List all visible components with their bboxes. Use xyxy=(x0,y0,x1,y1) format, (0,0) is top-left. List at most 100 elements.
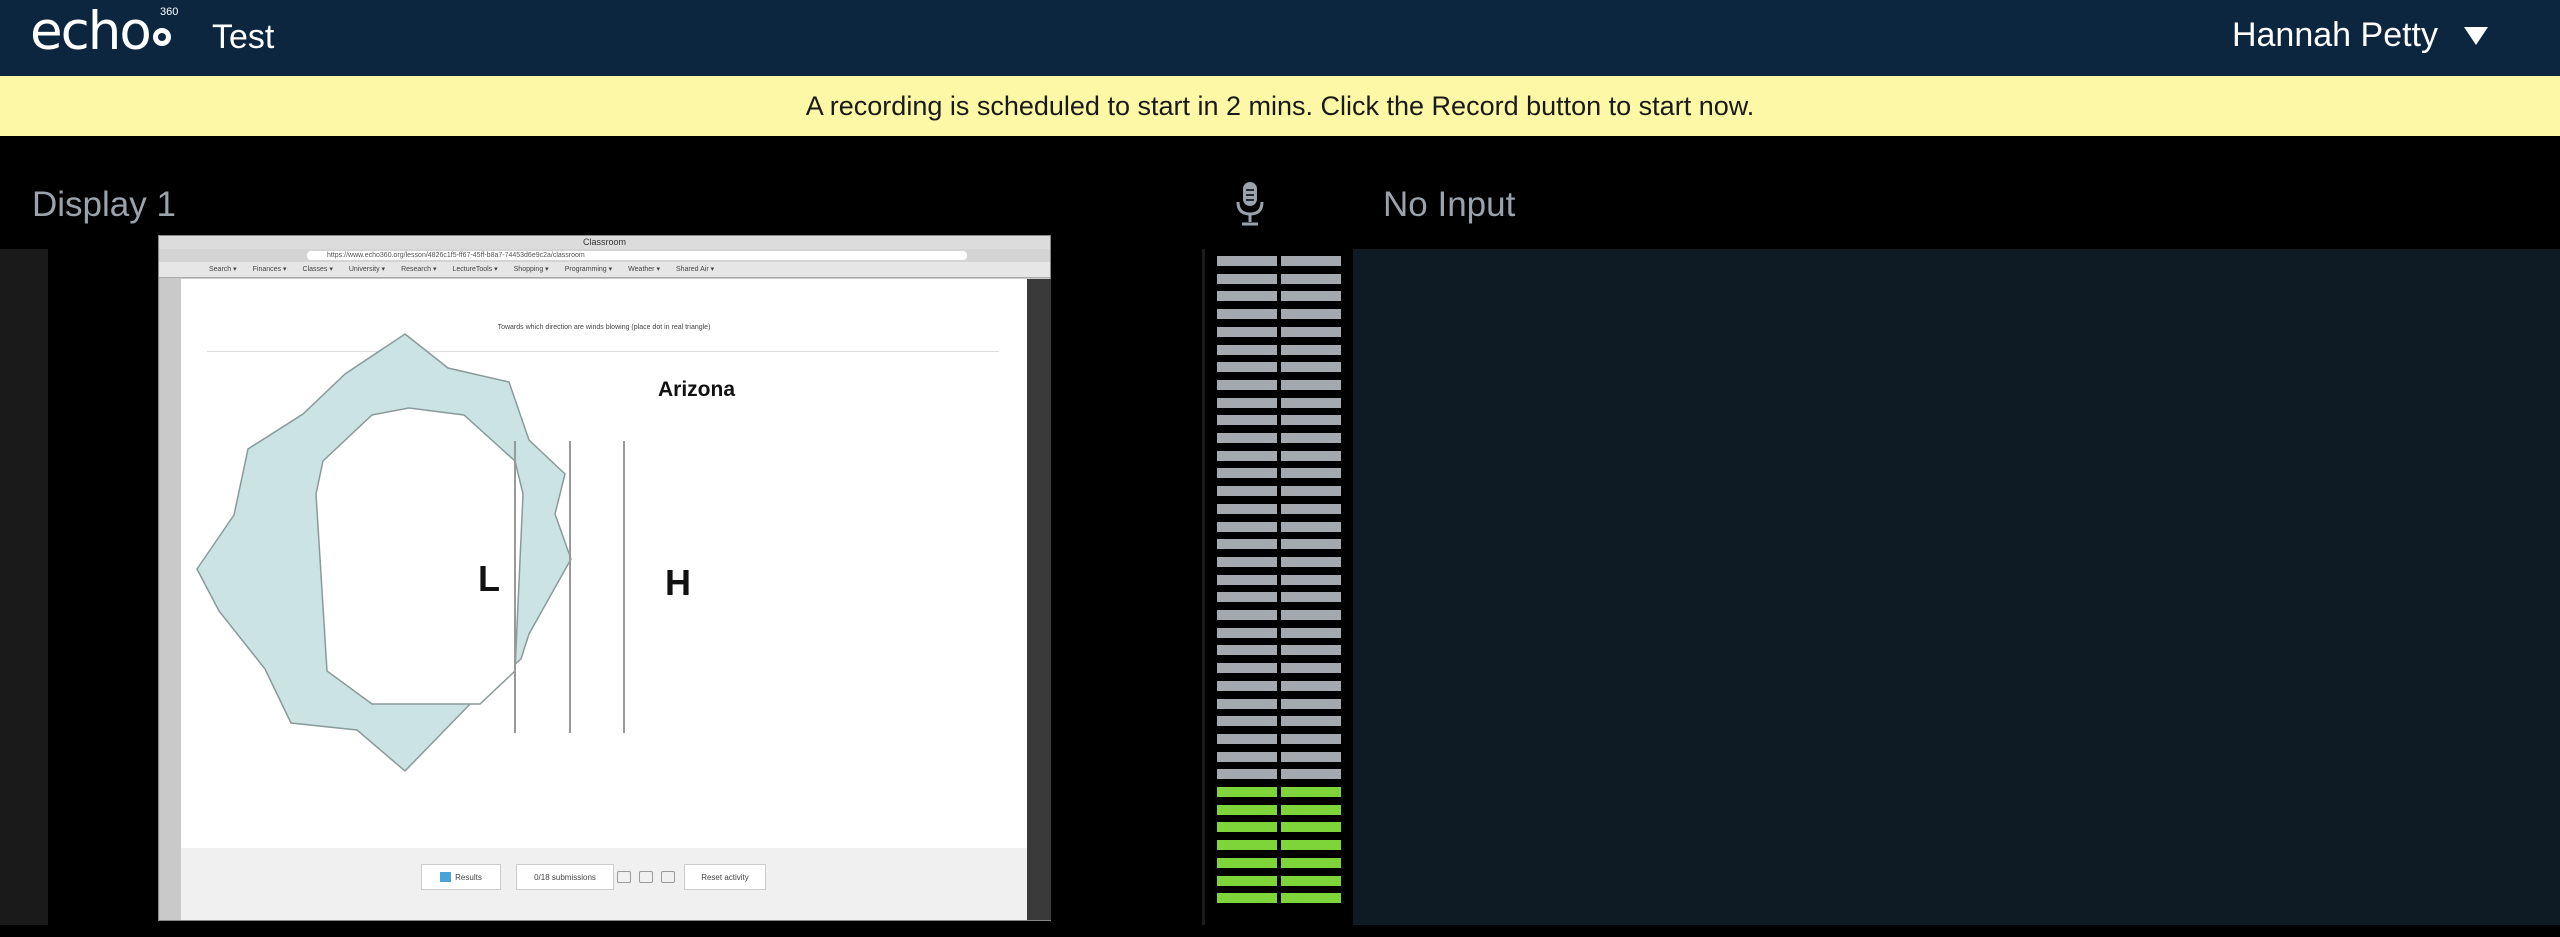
meter-segment xyxy=(1281,876,1341,886)
reset-activity-label: Reset activity xyxy=(701,872,749,882)
meter-segment xyxy=(1281,610,1341,620)
meter-segment xyxy=(1217,805,1277,815)
bookmark-item[interactable]: Classes ▾ xyxy=(303,266,333,273)
schedule-banner: A recording is scheduled to start in 2 m… xyxy=(0,76,2560,136)
bookmarks-bar: Search ▾ Finances ▾ Classes ▾ University ▾ R… xyxy=(159,262,1050,278)
logo-text: echo xyxy=(30,1,152,62)
diagram-inner-octagon xyxy=(315,407,524,705)
meter-segment xyxy=(1281,734,1341,744)
meter-segment xyxy=(1281,398,1341,408)
meter-segment xyxy=(1281,557,1341,567)
meter-segment xyxy=(1217,787,1277,797)
meter-segment xyxy=(1217,663,1277,673)
logo-dot-icon xyxy=(153,28,171,46)
meter-channel-left xyxy=(1217,256,1277,911)
meter-segment xyxy=(1281,468,1341,478)
meter-segment xyxy=(1281,380,1341,390)
bookmark-item[interactable]: Shopping ▾ xyxy=(514,266,549,273)
meter-segment xyxy=(1281,522,1341,532)
bookmark-item[interactable]: Finances ▾ xyxy=(253,266,287,273)
meter-segment xyxy=(1217,858,1277,868)
meter-segment xyxy=(1217,840,1277,850)
meter-segment xyxy=(1281,822,1341,832)
banner-message: A recording is scheduled to start in 2 m… xyxy=(805,90,1755,121)
meter-segment xyxy=(1281,575,1341,585)
microphone-icon xyxy=(1236,182,1264,226)
meter-segment xyxy=(1281,645,1341,655)
meter-segment xyxy=(1217,699,1277,709)
meter-segment xyxy=(1281,805,1341,815)
logo-superscript: 360 xyxy=(160,6,179,18)
meter-segment xyxy=(1281,893,1341,903)
meter-segment xyxy=(1281,274,1341,284)
bookmark-item[interactable]: Weather ▾ xyxy=(628,266,660,273)
bookmark-item[interactable]: LectureTools ▾ xyxy=(452,266,497,273)
audio-level-meter xyxy=(1217,256,1343,911)
meter-segment xyxy=(1217,345,1277,355)
meter-segment xyxy=(1217,415,1277,425)
display-preview-edge xyxy=(0,249,48,925)
meter-segment xyxy=(1217,522,1277,532)
submissions-label: 0/18 submissions xyxy=(534,872,596,882)
browser-window-title: Classroom xyxy=(159,236,1050,249)
app-title: Test xyxy=(212,18,275,56)
meter-segment xyxy=(1217,256,1277,266)
meter-segment xyxy=(1217,327,1277,337)
meter-segment xyxy=(1217,876,1277,886)
classroom-page: Towards which direction are winds blowin… xyxy=(181,279,1027,920)
meter-segment xyxy=(1217,362,1277,372)
audio-input-label: No Input xyxy=(1383,185,1516,224)
map-label: Arizona xyxy=(658,378,735,401)
meter-segment xyxy=(1281,539,1341,549)
meter-segment xyxy=(1217,716,1277,726)
hand-icon[interactable] xyxy=(614,864,634,890)
meter-segment xyxy=(1217,592,1277,602)
user-name[interactable]: Hannah Petty xyxy=(2232,16,2438,55)
check-glyph-icon xyxy=(661,871,675,883)
screenshot-side-strip xyxy=(1027,279,1051,920)
share-icon[interactable] xyxy=(636,864,656,890)
meter-segment xyxy=(1217,309,1277,319)
top-bar: echo 360 Test Hannah Petty xyxy=(0,0,2560,76)
browser-toolbar: https://www.echo360.org/lesson/4826c1f5-… xyxy=(159,249,1050,262)
meter-segment xyxy=(1281,415,1341,425)
high-pressure-label: H xyxy=(665,562,691,603)
display-screenshot: Classroom https://www.echo360.org/lesson… xyxy=(158,235,1051,921)
bookmark-item[interactable]: Programming ▾ xyxy=(565,266,612,273)
activity-footer: Results 0/18 submissions Reset activity xyxy=(181,848,1027,920)
meter-channel-right xyxy=(1281,256,1341,911)
meter-segment xyxy=(1281,486,1341,496)
meter-segment xyxy=(1217,398,1277,408)
meter-segment xyxy=(1217,557,1277,567)
meter-segment xyxy=(1217,575,1277,585)
meter-segment xyxy=(1281,752,1341,762)
submissions-count: 0/18 submissions xyxy=(516,864,614,890)
meter-segment xyxy=(1281,433,1341,443)
bookmark-item[interactable]: Shared Air ▾ xyxy=(676,266,714,273)
reset-activity-button[interactable]: Reset activity xyxy=(684,864,766,890)
meter-segment xyxy=(1217,681,1277,691)
browser-url-field: https://www.echo360.org/lesson/4826c1f5-… xyxy=(307,251,967,260)
meter-segment xyxy=(1281,362,1341,372)
results-button-label: Results xyxy=(455,872,482,882)
meter-segment xyxy=(1217,539,1277,549)
meter-segment xyxy=(1281,699,1341,709)
meter-segment xyxy=(1281,858,1341,868)
panel-divider xyxy=(1202,249,1205,925)
user-menu[interactable]: Hannah Petty xyxy=(2232,16,2488,55)
meter-segment xyxy=(1281,504,1341,514)
meter-segment xyxy=(1217,769,1277,779)
meter-segment xyxy=(1217,504,1277,514)
chevron-down-icon[interactable] xyxy=(2464,26,2488,45)
bookmark-item[interactable]: Search ▾ xyxy=(209,266,237,273)
checkmark-icon[interactable] xyxy=(658,864,678,890)
meter-segment xyxy=(1281,769,1341,779)
audio-input-preview xyxy=(1353,249,2560,925)
meter-segment xyxy=(1217,893,1277,903)
bookmark-item[interactable]: University ▾ xyxy=(349,266,385,273)
meter-segment xyxy=(1281,681,1341,691)
bookmark-item[interactable]: Research ▾ xyxy=(401,266,436,273)
meter-segment xyxy=(1281,628,1341,638)
results-button[interactable]: Results xyxy=(421,864,501,890)
display-label: Display 1 xyxy=(32,185,176,224)
